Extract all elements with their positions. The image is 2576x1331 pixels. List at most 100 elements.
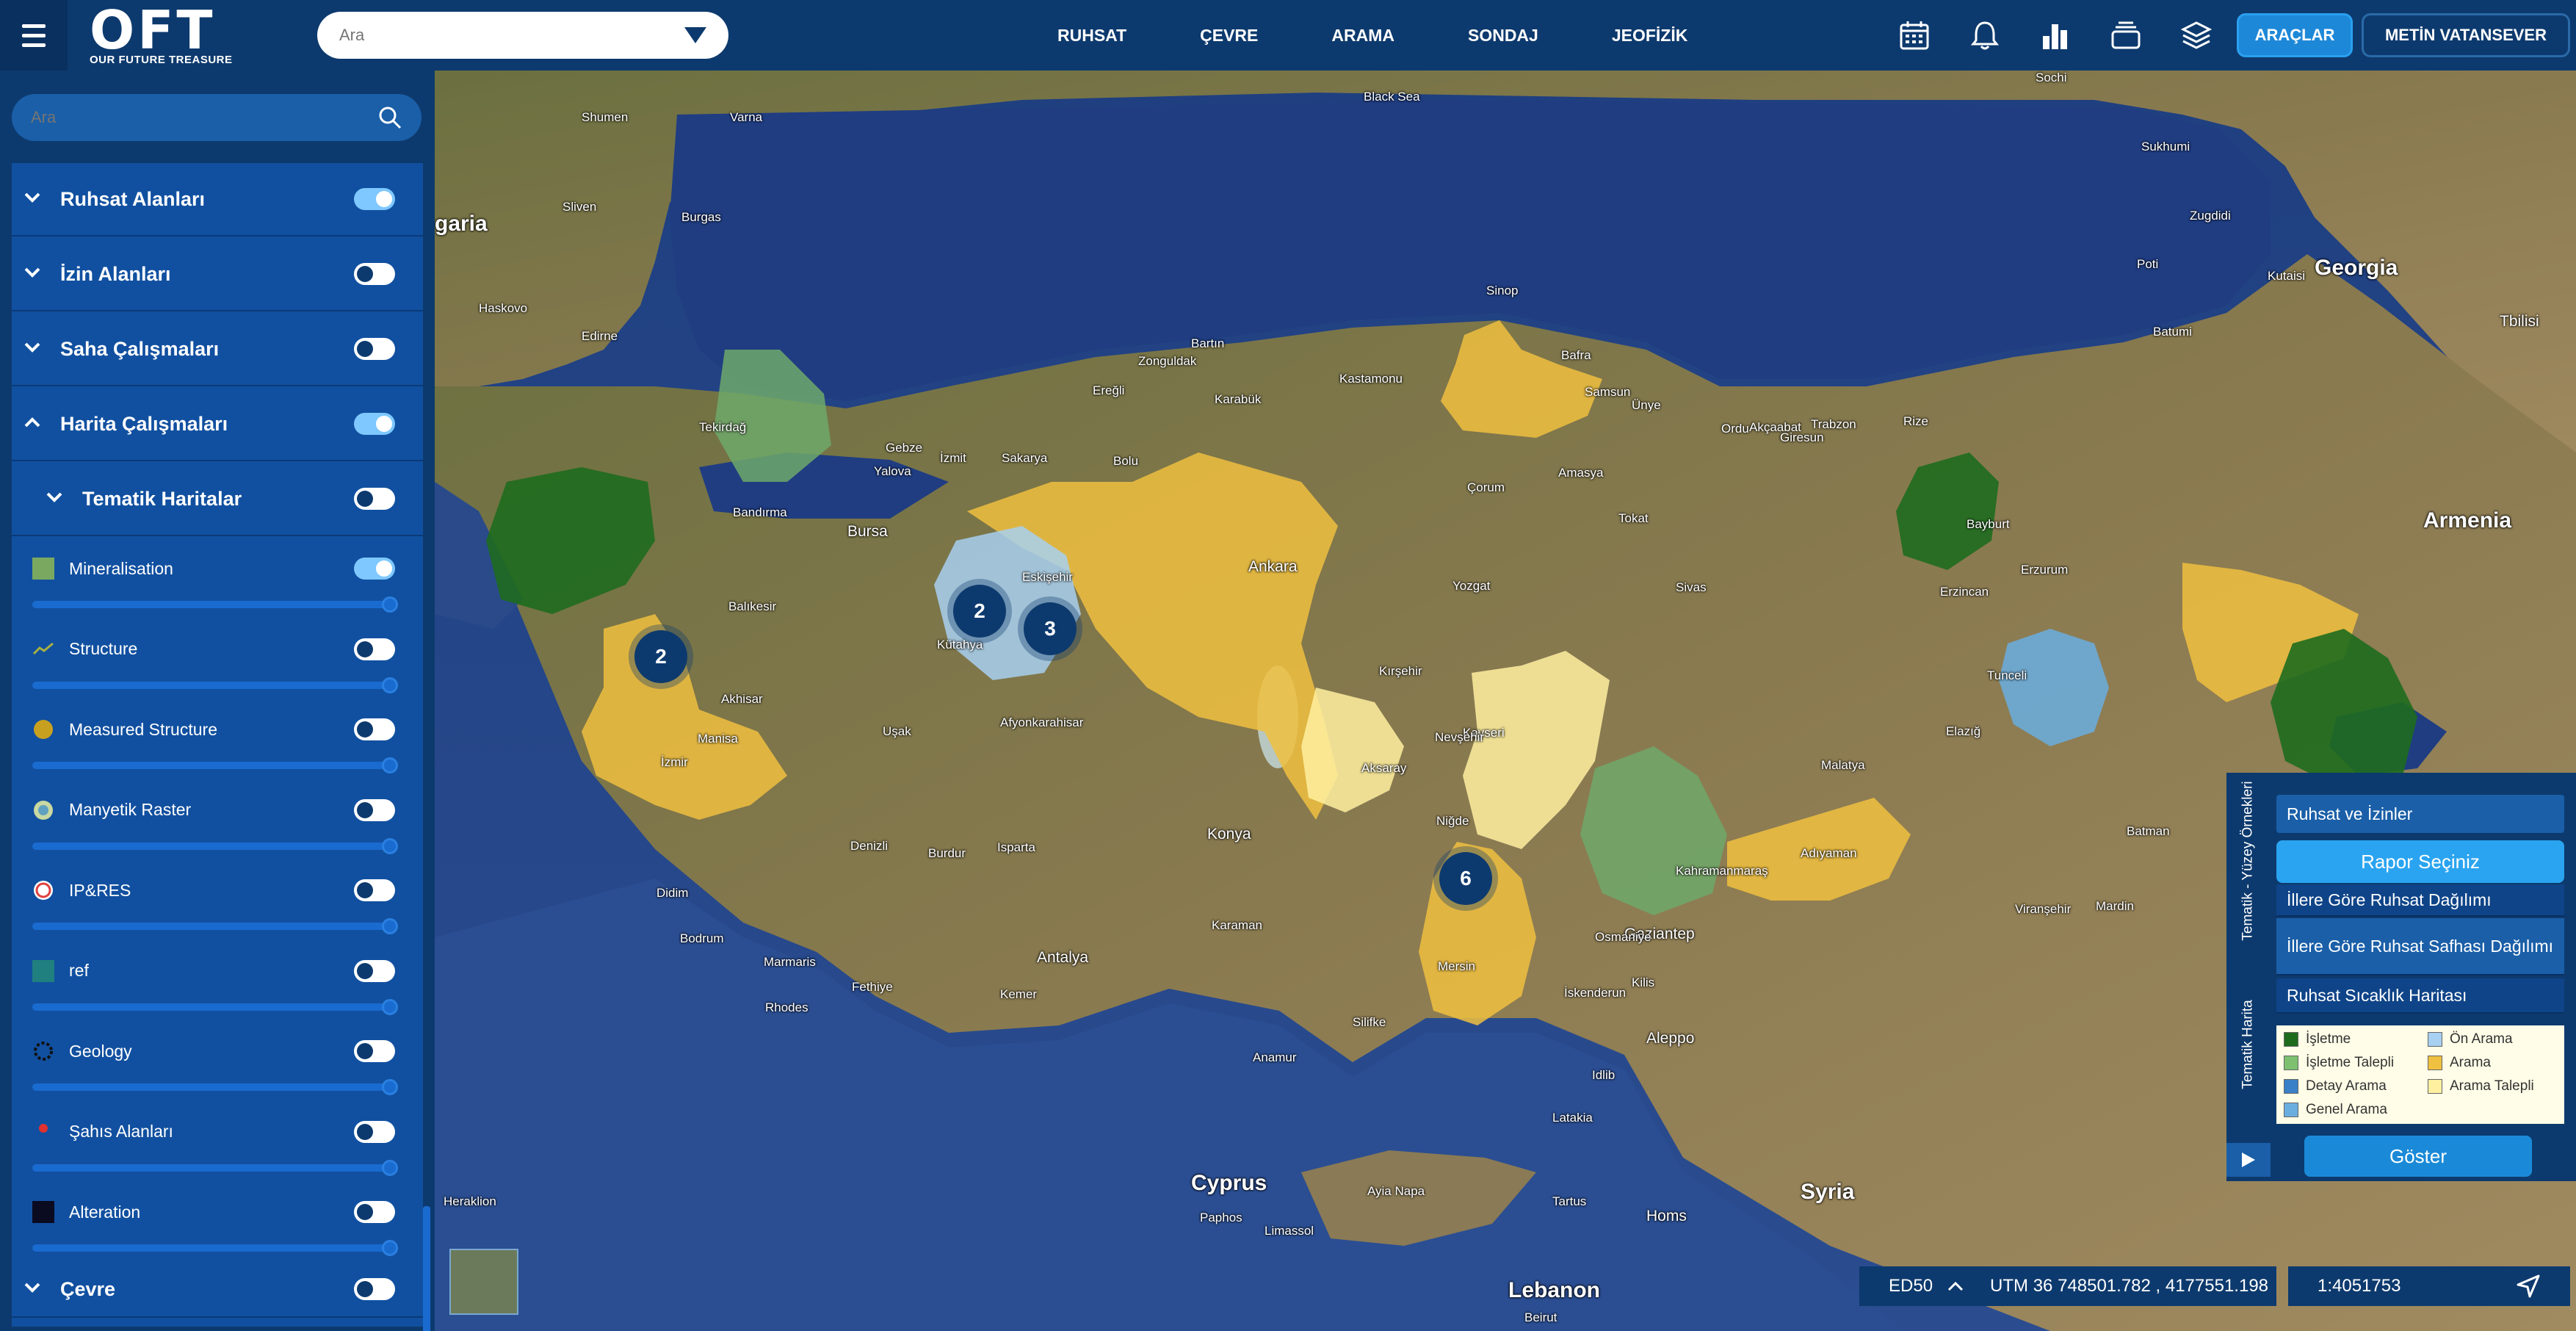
user-button[interactable]: METİN VATANSEVER [2362, 13, 2570, 57]
slider-thumb[interactable] [382, 757, 398, 773]
opacity-slider[interactable] [32, 1240, 398, 1256]
scale-bar: 1:4051753 [2288, 1266, 2570, 1306]
group-cevre[interactable]: Çevre [12, 1262, 423, 1318]
top-search-input[interactable] [339, 26, 684, 45]
opacity-slider[interactable] [32, 998, 398, 1015]
map-place-label: Kahramanmaraş [1676, 864, 1768, 878]
report-item[interactable]: İllere Göre Ruhsat Safhası Dağılımı [2276, 918, 2564, 975]
cluster-marker[interactable]: 2 [634, 630, 687, 683]
map-place-label: Yozgat [1452, 579, 1491, 593]
group-tematik-haritalar[interactable]: Tematik Haritalar [12, 463, 423, 536]
layer-toggle[interactable] [354, 413, 395, 435]
layer-toggle[interactable] [354, 488, 395, 510]
opacity-slider[interactable] [32, 677, 398, 693]
layer-row: Şahıs Alanları [12, 1116, 423, 1148]
map-place-label: Aksaray [1361, 761, 1407, 775]
nav-ruhsat[interactable]: RUHSAT [1057, 26, 1126, 46]
layer-toggle[interactable] [354, 1040, 395, 1062]
tab-tematik-yuzey[interactable]: Tematik - Yüzey Örnekleri [2226, 773, 2271, 949]
chevron-icon[interactable] [46, 491, 68, 507]
layer-toggle[interactable] [354, 263, 395, 285]
slider-thumb[interactable] [382, 837, 398, 854]
nav-sondaj[interactable]: SONDAJ [1468, 26, 1538, 46]
nav-cevre[interactable]: ÇEVRE [1200, 26, 1258, 46]
slider-thumb[interactable] [382, 596, 398, 613]
report-item[interactable]: İllere Göre Ruhsat Dağılımı [2276, 884, 2564, 917]
opacity-slider[interactable] [32, 837, 398, 854]
layer-label: Mineralisation [69, 558, 173, 578]
sidebar-scrollbar[interactable] [423, 1206, 430, 1331]
sidebar-search-box[interactable] [12, 94, 422, 141]
slider-thumb[interactable] [382, 998, 398, 1015]
rapor-seciniz-button[interactable]: Rapor Seçiniz [2276, 840, 2564, 883]
layers-icon[interactable] [2180, 19, 2213, 51]
map-place-label: Yalova [874, 464, 911, 478]
layer-toggle[interactable] [354, 558, 395, 580]
map-place-label: Edirne [582, 329, 618, 343]
goster-button[interactable]: Göster [2304, 1136, 2532, 1177]
calendar-icon[interactable] [1898, 19, 1931, 51]
chevron-icon[interactable] [23, 1282, 46, 1297]
opacity-slider[interactable] [32, 1159, 398, 1176]
menu-icon[interactable] [0, 0, 68, 71]
layer-toggle[interactable] [354, 798, 395, 821]
cluster-marker[interactable]: 6 [1439, 852, 1492, 905]
layer-toggle[interactable] [354, 1278, 395, 1300]
group-harita-calismalari[interactable]: Harita Çalışmaları [12, 388, 423, 461]
slider-thumb[interactable] [382, 918, 398, 934]
stack-icon[interactable] [2110, 19, 2142, 51]
araclar-button[interactable]: ARAÇLAR [2237, 13, 2353, 57]
map-place-label: Sinop [1486, 284, 1519, 297]
chevron-icon[interactable] [23, 192, 46, 207]
layer-toggle[interactable] [354, 718, 395, 740]
slider-thumb[interactable] [382, 1240, 398, 1256]
minimap-thumbnail[interactable] [449, 1249, 518, 1315]
play-icon[interactable] [2226, 1143, 2271, 1177]
group-saha-calismalari[interactable]: Saha Çalışmaları [12, 313, 423, 386]
cluster-marker[interactable]: 2 [953, 585, 1006, 638]
slider-thumb[interactable] [382, 677, 398, 693]
tab-tematik-harita[interactable]: Tematik Harita [2226, 964, 2271, 1125]
opacity-slider[interactable] [32, 918, 398, 934]
opacity-slider[interactable] [32, 596, 398, 613]
layer-toggle[interactable] [354, 959, 395, 982]
group-izin-alanlari[interactable]: İzin Alanları [12, 238, 423, 311]
opacity-slider[interactable] [32, 1079, 398, 1095]
top-search-box[interactable] [317, 12, 728, 59]
bell-icon[interactable] [1969, 19, 2001, 51]
layer-toggle[interactable] [354, 638, 395, 660]
chevron-up-icon[interactable] [1947, 1281, 1964, 1291]
chevron-icon[interactable] [23, 342, 46, 357]
slider-thumb[interactable] [382, 1079, 398, 1095]
report-item[interactable]: Ruhsat Sıcaklık Haritası [2276, 978, 2564, 1014]
map-place-label: Karaman [1212, 918, 1262, 932]
cluster-marker[interactable]: 3 [1024, 602, 1077, 655]
ref-icon [32, 959, 54, 982]
layer-toggle[interactable] [354, 1201, 395, 1223]
layer-toggle[interactable] [354, 188, 395, 210]
map-place-label: Kilis [1632, 975, 1655, 989]
nav-jeofizik[interactable]: JEOFİZİK [1612, 26, 1688, 46]
sidebar-search-input[interactable] [31, 108, 377, 127]
nav-arama[interactable]: ARAMA [1331, 26, 1394, 46]
chevron-icon[interactable] [23, 416, 46, 432]
datum-select[interactable]: ED50 [1889, 1276, 1933, 1296]
layer-toggle[interactable] [354, 338, 395, 360]
bar-chart-icon[interactable] [2039, 19, 2072, 51]
navigate-arrow-icon[interactable] [2516, 1274, 2541, 1299]
dropdown-triangle-icon[interactable] [684, 27, 706, 43]
group-ruhsat-alanlari[interactable]: Ruhsat Alanları [12, 163, 423, 237]
ruhsat-izinler-item[interactable]: Ruhsat ve İzinler [2276, 795, 2564, 833]
slider-thumb[interactable] [382, 1159, 398, 1176]
map-place-label: Zonguldak [1138, 354, 1197, 368]
chevron-icon[interactable] [23, 267, 46, 282]
opacity-slider[interactable] [32, 757, 398, 773]
map-place-label: Eskişehir [1022, 570, 1073, 584]
layer-toggle[interactable] [354, 879, 395, 901]
layer-toggle[interactable] [354, 1120, 395, 1143]
map-place-label: Ankara [1248, 558, 1298, 575]
map-place-label: Ayia Napa [1367, 1184, 1425, 1198]
map-place-label: Kutaisi [2268, 269, 2306, 283]
map-place-label: Batumi [2153, 325, 2192, 339]
search-icon[interactable] [377, 105, 402, 130]
